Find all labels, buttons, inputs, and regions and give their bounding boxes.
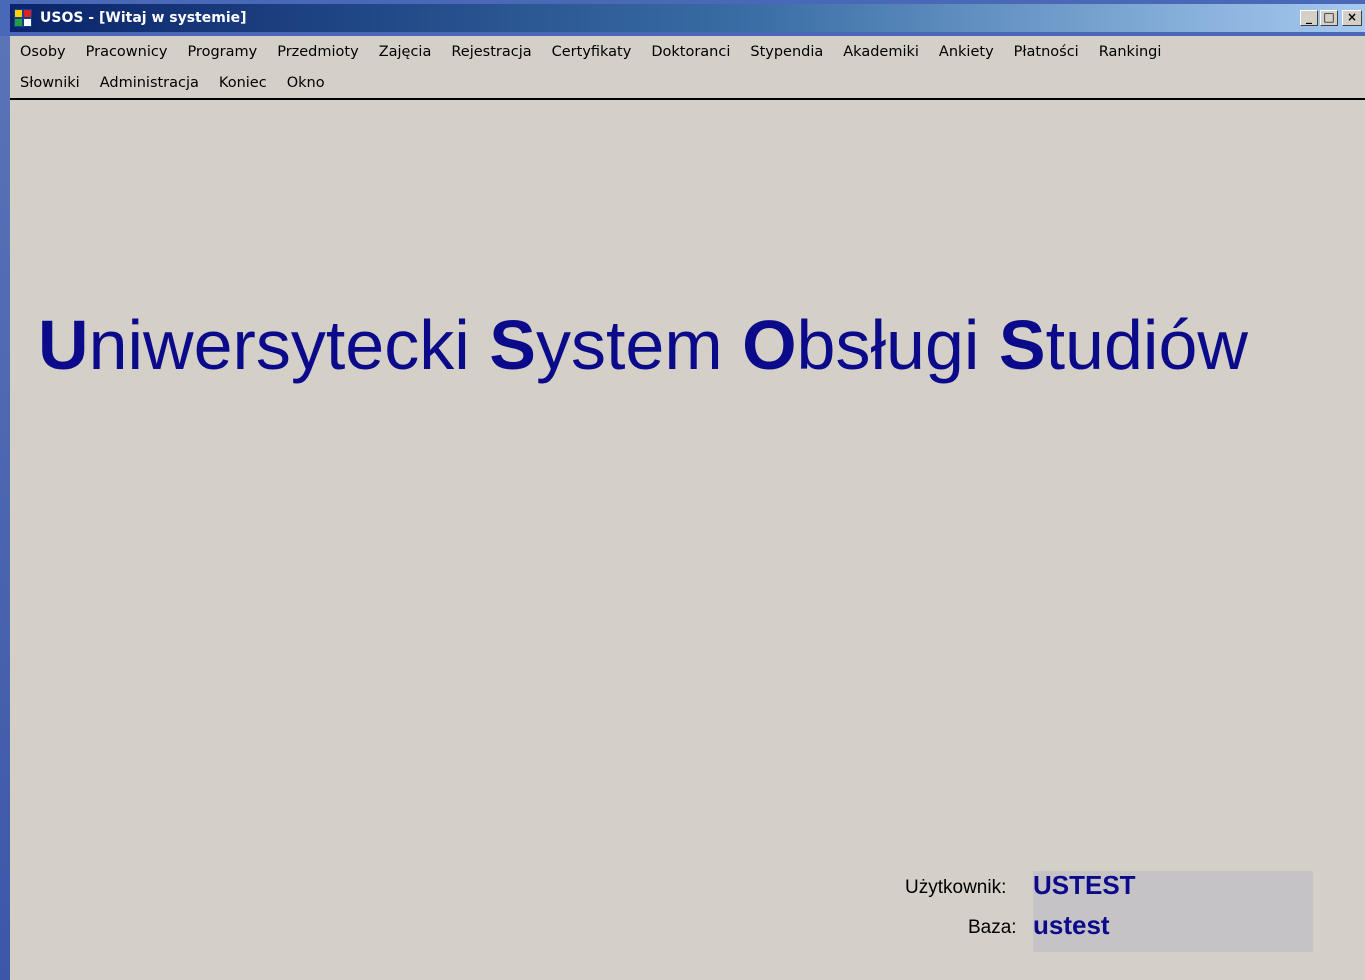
menu-item-akademiki[interactable]: Akademiki [833,44,929,60]
menu-bar: Osoby Pracownicy Programy Przedmioty Zajęcia… [10,36,1365,100]
user-value: USTEST [1033,870,1136,900]
menu-item-przedmioty[interactable]: Przedmioty [267,44,368,60]
headline-word: Studiów [999,306,1248,384]
menu-item-okno[interactable]: Okno [277,75,335,91]
minimize-button[interactable]: _ [1300,10,1318,26]
headline-rest: bsługi [796,306,980,384]
headline-word: Obsługi [742,306,979,384]
usos-app-icon[interactable] [14,9,32,27]
headline-word: System [489,306,722,384]
headline-rest: ystem [535,306,723,384]
menu-item-pracownicy[interactable]: Pracownicy [76,44,178,60]
menu-item-rankingi[interactable]: Rankingi [1089,44,1172,60]
database-value: ustest [1033,910,1110,940]
menu-item-administracja[interactable]: Administracja [90,75,209,91]
headline-word: Uniwersytecki [38,306,470,384]
headline-initial: S [998,306,1046,384]
user-label: Użytkownik: [905,877,1007,898]
restore-button[interactable]: □ [1320,10,1338,26]
system-name-headline: Uniwersytecki System Obsługi Studiów [38,300,1248,390]
menu-item-zajecia[interactable]: Zajęcia [369,44,442,60]
menu-item-koniec[interactable]: Koniec [209,75,277,91]
menu-item-ankiety[interactable]: Ankiety [929,44,1004,60]
title-bar[interactable]: USOS - [Witaj w systemie] _ □ × [10,4,1365,32]
headline-initial: O [742,306,797,384]
main-content: Uniwersytecki System Obsługi Studiów Uży… [10,100,1365,980]
menu-item-stypendia[interactable]: Stypendia [740,44,833,60]
headline-initial: U [38,306,89,384]
headline-initial: S [489,306,536,384]
database-label: Baza: [968,917,1017,938]
menu-row-2: Słowniki Administracja Koniec Okno [10,69,335,97]
headline-rest: tudiów [1045,306,1248,384]
window-title: USOS - [Witaj w systemie] [40,10,247,26]
menu-item-certyfikaty[interactable]: Certyfikaty [542,44,642,60]
menu-item-osoby[interactable]: Osoby [10,44,76,60]
menu-item-slowniki[interactable]: Słowniki [10,75,90,91]
close-button[interactable]: × [1342,10,1362,26]
menu-item-platnosci[interactable]: Płatności [1004,44,1089,60]
menu-item-rejestracja[interactable]: Rejestracja [441,44,541,60]
menu-row-1: Osoby Pracownicy Programy Przedmioty Zajęcia… [10,38,1171,66]
desktop-background [0,36,10,980]
menu-item-programy[interactable]: Programy [177,44,267,60]
menu-item-doktoranci[interactable]: Doktoranci [641,44,740,60]
headline-rest: niwersytecki [88,306,470,384]
